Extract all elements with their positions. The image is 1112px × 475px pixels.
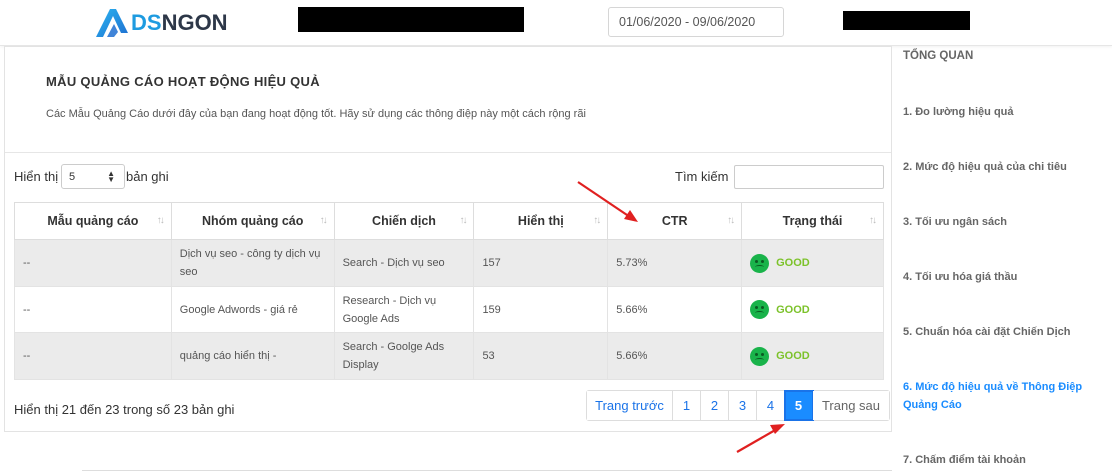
column-header-impressions[interactable]: Hiển thị ↑↓	[473, 202, 609, 240]
column-header-status[interactable]: Trạng thái ↑↓	[741, 202, 884, 240]
page-button-4[interactable]: 4	[757, 391, 785, 420]
cell-status: GOOD	[741, 286, 884, 333]
page-size-value: 5	[69, 170, 76, 183]
cell-ad-group: Google Adwords - giá rẻ	[170, 286, 335, 333]
sort-icon: ↑↓	[593, 215, 601, 226]
page-button-3[interactable]: 3	[729, 391, 757, 420]
cell-ctr: 5.66%	[607, 332, 743, 380]
card-title: MẪU QUẢNG CÁO HOẠT ĐỘNG HIỆU QUẢ	[46, 74, 320, 89]
page-button-5-active[interactable]: 5	[784, 390, 814, 421]
cell-campaign: Search - Dịch vụ seo	[333, 239, 475, 287]
pagination: Trang trước 1 2 3 4 5 Trang sau	[586, 390, 890, 421]
date-range-picker[interactable]: 01/06/2020 - 09/06/2020	[608, 7, 784, 37]
page-button-1[interactable]: 1	[673, 391, 701, 420]
cell-ad-group: quảng cáo hiển thị -	[170, 332, 335, 380]
status-badge: GOOD	[776, 257, 810, 269]
status-badge: GOOD	[776, 303, 810, 316]
status-badge: GOOD	[776, 350, 810, 362]
status-face-icon	[750, 253, 770, 273]
card-subtitle: Các Mẫu Quảng Cáo dưới đây của bạn đang …	[46, 108, 586, 120]
sidebar-title: TỔNG QUAN	[903, 50, 974, 62]
logo[interactable]: DSNGON	[94, 6, 228, 40]
column-header-ad-group[interactable]: Nhóm quảng cáo ↑↓	[170, 202, 335, 240]
search-input[interactable]	[734, 165, 884, 189]
ads-table: Mẫu quảng cáo ↑↓ Nhóm quảng cáo ↑↓ Chiến d…	[14, 202, 884, 380]
status-face-icon	[750, 346, 770, 366]
column-header-ad[interactable]: Mẫu quảng cáo ↑↓	[14, 202, 172, 240]
sidebar-item-budget[interactable]: 3. Tối ưu ngân sách	[903, 213, 1088, 231]
logo-icon	[96, 9, 128, 37]
table-row[interactable]: -- Google Adwords - giá rẻ Research - Dị…	[14, 286, 884, 333]
cell-ctr: 5.73%	[607, 239, 743, 287]
cell-ctr: 5.66%	[607, 286, 743, 333]
next-page-button[interactable]: Trang sau	[813, 391, 889, 420]
sort-icon: ↑↓	[727, 215, 735, 226]
table-row[interactable]: -- quảng cáo hiển thị - Search - Goolge …	[14, 332, 884, 380]
cell-ad: --	[14, 239, 172, 287]
sidebar-item-spend-efficiency[interactable]: 2. Mức độ hiệu quả của chi tiêu	[903, 158, 1088, 176]
cell-ad: --	[14, 332, 172, 380]
cell-campaign: Research - Dịch vụ Google Ads	[333, 286, 475, 333]
sidebar-item-ad-messages[interactable]: 6. Mức độ hiệu quả về Thông Điệp Quảng C…	[903, 378, 1088, 414]
prev-page-button[interactable]: Trang trước	[587, 391, 673, 420]
page-size-label: Hiển thị	[14, 169, 59, 184]
redacted-block	[298, 7, 524, 32]
table-header-row: Mẫu quảng cáo ↑↓ Nhóm quảng cáo ↑↓ Chiến d…	[14, 202, 884, 240]
cell-ad-group: Dịch vụ seo - công ty dịch vụ seo	[170, 239, 335, 287]
logo-text: DSNGON	[131, 10, 228, 35]
select-caret-icon: ▲ ▼	[107, 169, 115, 184]
sidebar-item-account-score[interactable]: 7. Chấm điểm tài khoản	[903, 451, 1088, 469]
cell-status: GOOD	[741, 332, 884, 380]
page-size-select[interactable]: 5 ▲ ▼	[61, 164, 125, 189]
sort-icon: ↑↓	[319, 215, 328, 226]
overview-sidebar: TỔNG QUAN 1. Đo lường hiệu quả 2. Mức độ…	[895, 46, 1112, 475]
sidebar-item-bidding[interactable]: 4. Tối ưu hóa giá thầu	[903, 268, 1088, 286]
status-face-icon	[750, 300, 770, 319]
column-header-campaign[interactable]: Chiến dịch ↑↓	[333, 202, 475, 240]
sort-icon: ↑↓	[869, 215, 877, 226]
cell-impressions: 159	[473, 286, 609, 333]
search-label: Tìm kiếm	[675, 169, 729, 184]
page-size-unit: bản ghi	[126, 169, 169, 184]
card-header: MẪU QUẢNG CÁO HOẠT ĐỘNG HIỆU QUẢ Các Mẫu…	[5, 47, 891, 153]
table-row[interactable]: -- Dịch vụ seo - công ty dịch vụ seo Sea…	[14, 239, 884, 287]
cell-campaign: Search - Goolge Ads Display	[333, 332, 475, 380]
ad-performance-card: MẪU QUẢNG CÁO HOẠT ĐỘNG HIỆU QUẢ Các Mẫu…	[4, 46, 892, 432]
sidebar-item-campaign-settings[interactable]: 5. Chuẩn hóa cài đặt Chiến Dịch	[903, 323, 1088, 341]
top-bar: DSNGON 01/06/2020 - 09/06/2020	[0, 0, 1112, 46]
cell-impressions: 53	[473, 332, 609, 380]
page-button-2[interactable]: 2	[701, 391, 729, 420]
pagination-info: Hiển thị 21 đến 23 trong số 23 bản ghi	[14, 402, 235, 417]
column-header-ctr[interactable]: CTR ↑↓	[607, 202, 743, 240]
cell-impressions: 157	[473, 239, 609, 287]
redacted-block	[843, 11, 970, 30]
cell-status: GOOD	[741, 239, 884, 287]
sidebar-item-measurement[interactable]: 1. Đo lường hiệu quả	[903, 103, 1088, 121]
cell-ad: --	[14, 286, 172, 333]
sort-icon: ↑↓	[459, 215, 467, 226]
sort-icon: ↑↓	[156, 215, 165, 226]
divider	[82, 470, 892, 471]
